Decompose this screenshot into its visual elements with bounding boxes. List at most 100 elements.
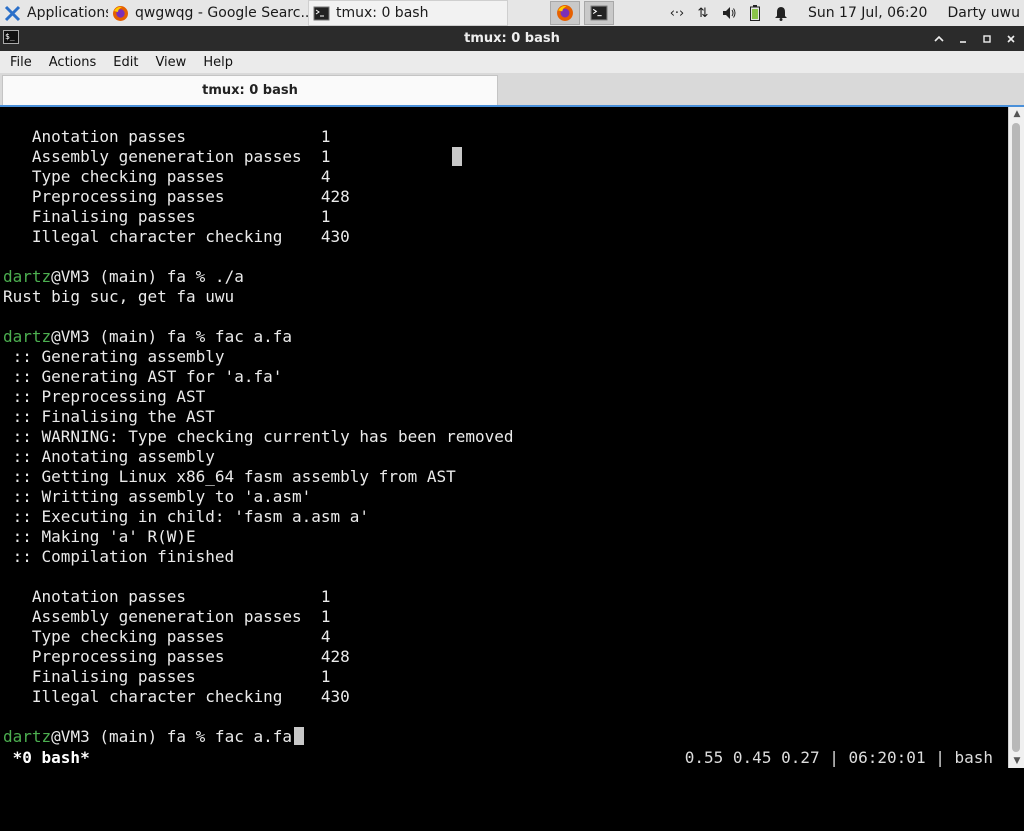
menu-file[interactable]: File	[0, 55, 39, 70]
terminal-line: Illegal character checking 430	[3, 687, 350, 707]
line-text: @VM3 (main) fa % fac a.fa	[51, 727, 292, 746]
terminal-line: Rust big suc, get fa uwu	[3, 287, 234, 307]
prompt-user: dartz	[3, 327, 52, 346]
line-text: :: Executing in child: 'fasm a.asm a'	[3, 507, 370, 526]
terminal-line: dartz@VM3 (main) fa % ./a	[3, 267, 244, 287]
terminal-line: dartz@VM3 (main) fa % fac a.fa	[3, 327, 292, 347]
terminal-line: Anotation passes 1	[3, 587, 331, 607]
user-menu[interactable]: Darty uwu	[947, 5, 1020, 21]
terminal-launcher[interactable]	[584, 1, 614, 25]
line-text: Illegal character checking 430	[3, 227, 350, 246]
maximize-icon[interactable]	[980, 32, 994, 46]
menu-help[interactable]: Help	[193, 55, 240, 70]
stray-cursor-block	[452, 147, 462, 166]
terminal-line: Illegal character checking 430	[3, 227, 350, 247]
menu-bar: File Actions Edit View Help	[0, 51, 1024, 73]
terminal-line: :: Writting assembly to 'a.asm'	[3, 487, 312, 507]
tab-bar: tmux: 0 bash	[0, 73, 1024, 107]
scrollbar[interactable]: ▲ ▼	[1008, 107, 1024, 768]
chevron-up-icon[interactable]	[932, 32, 946, 46]
scroll-up-arrow-icon[interactable]: ▲	[1009, 107, 1024, 121]
line-text: Type checking passes 4	[3, 627, 331, 646]
line-text: Finalising passes 1	[3, 667, 331, 686]
clock[interactable]: Sun 17 Jul, 06:20	[808, 5, 928, 21]
terminal-line: Anotation passes 1	[3, 127, 331, 147]
line-text: Preprocessing passes 428	[3, 647, 350, 666]
terminal-line: :: Compilation finished	[3, 547, 235, 567]
firefox-icon	[113, 5, 128, 21]
menu-actions[interactable]: Actions	[39, 55, 104, 70]
line-text: :: Writting assembly to 'a.asm'	[3, 487, 312, 506]
menu-view[interactable]: View	[145, 55, 193, 70]
applications-menu[interactable]: Applications ☰	[0, 0, 108, 26]
terminal-line: Type checking passes 4	[3, 167, 331, 187]
line-text: Preprocessing passes 428	[3, 187, 350, 206]
terminal-icon	[590, 5, 608, 21]
terminal-line: Assembly geneneration passes 1	[3, 607, 331, 627]
taskbar-item-firefox[interactable]: qwgwqg - Google Searc...	[108, 0, 308, 26]
window-titlebar[interactable]: $_ tmux: 0 bash	[0, 26, 1024, 51]
window-controls	[932, 26, 1018, 51]
terminal-line: :: Making 'a' R(W)E	[3, 527, 196, 547]
minimize-icon[interactable]	[956, 32, 970, 46]
terminal-line: :: Anotating assembly	[3, 447, 215, 467]
taskbar-item-label: qwgwqg - Google Searc...	[135, 5, 308, 21]
volume-icon[interactable]	[720, 4, 738, 22]
close-icon[interactable]	[1004, 32, 1018, 46]
text-cursor	[294, 727, 304, 745]
terminal-line: Preprocessing passes 428	[3, 187, 350, 207]
applications-label: Applications	[27, 5, 108, 21]
terminal-line: Type checking passes 4	[3, 627, 331, 647]
terminal-output[interactable]: Anotation passes 1 Assembly geneneration…	[0, 107, 1008, 768]
line-text: Rust big suc, get fa uwu	[3, 287, 235, 306]
line-text: :: Finalising the AST	[3, 407, 215, 426]
tmux-window-list[interactable]: *0 bash*	[3, 747, 90, 768]
line-text: :: Preprocessing AST	[3, 387, 206, 406]
xfce-logo-icon	[4, 5, 21, 21]
terminal-line: :: Executing in child: 'fasm a.asm a'	[3, 507, 369, 527]
terminal-line: :: Preprocessing AST	[3, 387, 206, 407]
network-updown-icon[interactable]: ⇅	[694, 4, 712, 22]
terminal-prompt-line[interactable]: dartz@VM3 (main) fa % fac a.fa	[3, 727, 304, 747]
terminal-icon	[313, 6, 330, 20]
window-title: tmux: 0 bash	[464, 31, 560, 46]
line-text: Anotation passes 1	[3, 127, 331, 146]
launcher-group	[550, 1, 614, 25]
prompt-user: dartz	[3, 727, 52, 746]
line-text: @VM3 (main) fa % ./a	[51, 267, 244, 286]
line-text: :: Generating assembly	[3, 347, 225, 366]
line-text: :: Compilation finished	[3, 547, 235, 566]
line-text: Type checking passes 4	[3, 167, 331, 186]
line-text: :: WARNING: Type checking currently has …	[3, 427, 514, 446]
line-text: :: Making 'a' R(W)E	[3, 527, 196, 546]
terminal-line: :: Generating assembly	[3, 347, 225, 367]
tab-tmux-bash[interactable]: tmux: 0 bash	[2, 75, 498, 105]
firefox-launcher[interactable]	[550, 1, 580, 25]
line-text: Anotation passes 1	[3, 587, 331, 606]
line-text: :: Generating AST for 'a.fa'	[3, 367, 283, 386]
line-text: Assembly geneneration passes 1	[3, 147, 331, 166]
line-text: :: Getting Linux x86_64 fasm assembly fr…	[3, 467, 456, 486]
line-text: Illegal character checking 430	[3, 687, 350, 706]
taskbar-item-terminal[interactable]: tmux: 0 bash	[308, 0, 508, 26]
tmux-status-bar: *0 bash* 0.55 0.45 0.27 | 06:20:01 | bas…	[0, 747, 1008, 768]
terminal-line: Finalising passes 1	[3, 207, 331, 227]
line-text: Assembly geneneration passes 1	[3, 607, 331, 626]
terminal-line: :: WARNING: Type checking currently has …	[3, 427, 514, 447]
network-arrows-icon[interactable]: ‹·›	[668, 4, 686, 22]
menu-edit[interactable]: Edit	[103, 55, 145, 70]
scrollbar-thumb[interactable]	[1012, 123, 1020, 752]
terminal-line: Preprocessing passes 428	[3, 647, 350, 667]
tmux-status-right: 0.55 0.45 0.27 | 06:20:01 | bash	[684, 748, 993, 767]
terminal-line: Assembly geneneration passes 1	[3, 147, 331, 167]
line-text: Finalising passes 1	[3, 207, 331, 226]
line-text: @VM3 (main) fa % fac a.fa	[51, 327, 292, 346]
prompt-user: dartz	[3, 267, 52, 286]
battery-icon[interactable]	[746, 4, 764, 22]
taskbar-item-label: tmux: 0 bash	[336, 5, 429, 21]
system-tray: ‹·› ⇅ Sun 17 Jul, 06:20 Darty uwu	[668, 0, 1024, 26]
line-text: :: Anotating assembly	[3, 447, 215, 466]
notifications-bell-icon[interactable]	[772, 4, 790, 22]
scroll-down-arrow-icon[interactable]: ▼	[1009, 754, 1024, 768]
firefox-icon	[557, 5, 573, 21]
